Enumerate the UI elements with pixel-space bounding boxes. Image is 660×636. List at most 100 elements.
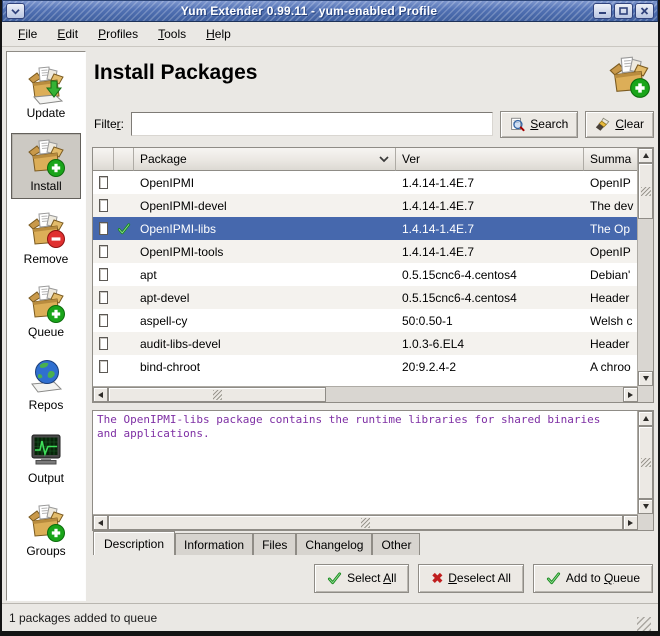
row-checkbox[interactable]	[99, 268, 108, 281]
sort-descending-icon	[379, 155, 389, 163]
scrollbar-thumb[interactable]	[638, 163, 653, 219]
sidebar-item-remove[interactable]: Remove	[11, 206, 81, 272]
scroll-up-arrow[interactable]	[638, 411, 653, 426]
scrollbar-thumb[interactable]	[108, 387, 326, 402]
scroll-left-arrow[interactable]	[93, 387, 108, 402]
minimize-button[interactable]	[593, 3, 612, 19]
row-checkbox[interactable]	[99, 176, 108, 189]
row-checkbox[interactable]	[99, 291, 108, 304]
box-update-icon	[26, 65, 66, 105]
status-text: 1 packages added to queue	[9, 611, 637, 625]
deselect-all-button[interactable]: ✖ Deselect All	[418, 564, 523, 593]
box-install-icon	[26, 138, 66, 178]
package-table: Package Ver Summa OpenIPMI 1.4.14-1.4E.7	[92, 147, 654, 403]
statusbar: 1 packages added to queue	[2, 603, 658, 631]
window-menu-button[interactable]	[6, 3, 25, 19]
search-button[interactable]: Search	[500, 111, 578, 138]
filter-input[interactable]	[131, 112, 493, 136]
brush-icon	[595, 117, 610, 132]
table-row[interactable]: OpenIPMI-devel 1.4.14-1.4E.7 The dev	[93, 194, 637, 217]
sidebar-item-queue[interactable]: Queue	[11, 279, 81, 345]
row-checkbox[interactable]	[99, 199, 108, 212]
table-horizontal-scrollbar[interactable]	[93, 386, 638, 402]
description-horizontal-scrollbar[interactable]	[93, 514, 638, 530]
sidebar: Update Install Remove Queue Repos Output	[6, 51, 86, 601]
column-header-package[interactable]: Package	[134, 148, 396, 171]
description-panel: The OpenIPMI-libs package contains the r…	[92, 410, 654, 531]
menu-edit[interactable]: Edit	[49, 24, 86, 44]
box-queue-icon	[26, 284, 66, 324]
x-mark-icon: ✖	[431, 571, 443, 585]
column-header-summary[interactable]: Summa	[584, 148, 637, 171]
table-row[interactable]: OpenIPMI-tools 1.4.14-1.4E.7 OpenIP	[93, 240, 637, 263]
row-checkbox[interactable]	[99, 245, 108, 258]
description-vertical-scrollbar[interactable]	[637, 411, 653, 514]
titlebar[interactable]: Yum Extender 0.99.11 - yum-enabled Profi…	[2, 0, 658, 22]
column-header-ver[interactable]: Ver	[396, 148, 584, 171]
column-header-flag[interactable]	[114, 148, 134, 171]
row-checkbox[interactable]	[99, 314, 108, 327]
table-row-selected[interactable]: OpenIPMI-libs 1.4.14-1.4E.7 The Op	[93, 217, 637, 240]
row-checkbox[interactable]	[99, 337, 108, 350]
scroll-down-arrow[interactable]	[638, 371, 653, 386]
scroll-right-arrow[interactable]	[623, 515, 638, 530]
close-icon	[640, 7, 649, 15]
row-checkbox[interactable]	[99, 360, 108, 373]
sidebar-item-install[interactable]: Install	[11, 133, 81, 199]
window-title: Yum Extender 0.99.11 - yum-enabled Profi…	[26, 4, 592, 18]
description-text: The OpenIPMI-libs package contains the r…	[93, 411, 637, 514]
resize-grip[interactable]	[637, 617, 651, 631]
install-packages-icon	[606, 55, 652, 102]
globe-repos-icon	[26, 357, 66, 397]
column-header-checkbox[interactable]	[93, 148, 114, 171]
row-checkbox[interactable]	[99, 222, 108, 235]
menubar: File Edit Profiles Tools Help	[2, 22, 658, 47]
minimize-icon	[598, 7, 607, 15]
select-all-button[interactable]: Select All	[314, 564, 409, 593]
clear-button[interactable]: Clear	[585, 111, 654, 138]
table-row[interactable]: aspell-cy 50:0.50-1 Welsh c	[93, 309, 637, 332]
scrollbar-thumb[interactable]	[108, 515, 623, 530]
yum-extender-window: Yum Extender 0.99.11 - yum-enabled Profi…	[0, 0, 660, 636]
check-icon	[327, 571, 342, 586]
scroll-left-arrow[interactable]	[93, 515, 108, 530]
queued-check-icon	[117, 222, 131, 236]
menu-help[interactable]: Help	[198, 24, 239, 44]
scroll-right-arrow[interactable]	[623, 387, 638, 402]
table-row[interactable]: OpenIPMI 1.4.14-1.4E.7 OpenIP	[93, 171, 637, 194]
filter-label: Filter:	[92, 117, 124, 131]
scroll-up-arrow[interactable]	[638, 148, 653, 163]
sidebar-item-repos[interactable]: Repos	[11, 352, 81, 418]
check-icon	[546, 571, 561, 586]
tab-files[interactable]: Files	[253, 533, 296, 555]
sidebar-item-output[interactable]: Output	[11, 425, 81, 491]
table-vertical-scrollbar[interactable]	[637, 148, 653, 386]
sidebar-item-update[interactable]: Update	[11, 60, 81, 126]
table-row[interactable]: apt-devel 0.5.15cnc6-4.centos4 Header	[93, 286, 637, 309]
scroll-down-arrow[interactable]	[638, 499, 653, 514]
detail-tabs: Description Information Files Changelog …	[92, 531, 654, 555]
close-button[interactable]	[635, 3, 654, 19]
table-row[interactable]: apt 0.5.15cnc6-4.centos4 Debian'	[93, 263, 637, 286]
table-row[interactable]: bind-chroot 20:9.2.4-2 A chroo	[93, 355, 637, 378]
table-header: Package Ver Summa	[93, 148, 637, 171]
tab-information[interactable]: Information	[175, 533, 253, 555]
box-groups-icon	[26, 503, 66, 543]
maximize-button[interactable]	[614, 3, 633, 19]
chevron-down-icon	[11, 8, 20, 15]
menu-file[interactable]: File	[10, 24, 45, 44]
monitor-output-icon	[26, 430, 66, 470]
table-row[interactable]: audit-libs-devel 1.0.3-6.EL4 Header	[93, 332, 637, 355]
tab-changelog[interactable]: Changelog	[296, 533, 372, 555]
sidebar-item-groups[interactable]: Groups	[11, 498, 81, 564]
maximize-icon	[619, 7, 628, 15]
menu-tools[interactable]: Tools	[150, 24, 194, 44]
menu-profiles[interactable]: Profiles	[90, 24, 146, 44]
box-remove-icon	[26, 211, 66, 251]
search-icon	[510, 117, 525, 132]
add-to-queue-button[interactable]: Add to Queue	[533, 564, 653, 593]
tab-other[interactable]: Other	[372, 533, 420, 555]
scrollbar-thumb[interactable]	[638, 426, 653, 499]
page-title: Install Packages	[94, 55, 257, 85]
tab-description[interactable]: Description	[93, 531, 175, 555]
